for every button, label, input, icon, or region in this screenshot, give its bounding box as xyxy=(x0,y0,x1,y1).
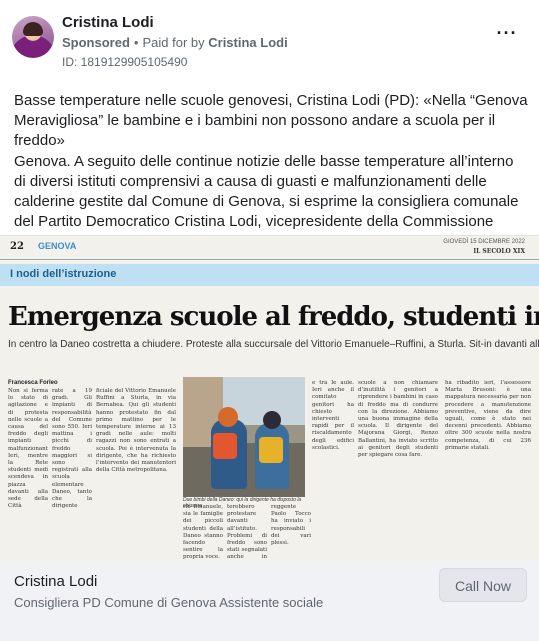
sponsored-line: Sponsored • Paid for by Cristina Lodi xyxy=(62,35,288,50)
footer-description: Consigliera PD Comune di Genova Assisten… xyxy=(14,595,324,610)
author-avatar[interactable] xyxy=(12,16,54,58)
section-name: GENOVA xyxy=(38,241,77,251)
article-headline: Emergenza scuole al freddo, studenti in … xyxy=(8,302,539,332)
sponsored-label: Sponsored xyxy=(62,35,130,50)
section-strip: I nodi dell’istruzione xyxy=(0,264,539,286)
page-number: 22 xyxy=(10,241,24,252)
article-column: terebbero protestare davanti all’istitut… xyxy=(227,504,267,561)
ad-library-id: ID: 1819129905105490 xyxy=(62,55,188,69)
article-column: ha ribadito ieri, l’assessore Marta Brus… xyxy=(445,380,531,451)
masthead: IL SECOLO XIX xyxy=(473,248,525,255)
strip-title: I nodi dell’istruzione xyxy=(10,268,117,280)
ellipsis-icon[interactable]: ··· xyxy=(496,24,518,48)
post-header: Cristina Lodi Sponsored • Paid for by Cris… xyxy=(0,0,539,80)
call-now-button[interactable]: Call Now xyxy=(439,568,527,602)
footer-title[interactable]: Cristina Lodi xyxy=(14,573,97,590)
article-photo xyxy=(183,377,305,497)
author-name[interactable]: Cristina Lodi xyxy=(62,14,154,31)
article-column: rate a 19 gradi. Gli impianti di respons… xyxy=(52,388,92,508)
article-column: rio Emanuele, sia le famiglie dei piccol… xyxy=(183,504,223,561)
newspaper-topbar: 22 GENOVA GIOVEDÌ 15 DICEMBRE 2022 IL SE… xyxy=(0,236,539,260)
sponsored-post-card: Cristina Lodi Sponsored • Paid for by Cris… xyxy=(0,0,539,641)
separator-dot: • xyxy=(133,35,139,50)
article-column: ficiale del Vittorio Emanuele Ruffini a … xyxy=(96,388,176,474)
article-column: scuole a non chiamare d’inutilità i geni… xyxy=(358,380,438,459)
article-column: reggente Paolo Tocco ha inviato i respon… xyxy=(271,504,311,547)
post-text-headline: Basse temperature nelle scuole genovesi,… xyxy=(14,92,528,149)
article-column: e tra le aule. Ieri anche il comitato ge… xyxy=(312,380,354,451)
article-byline: Francesca Forleo xyxy=(8,380,58,386)
paid-for-prefix: Paid for by xyxy=(142,35,205,50)
paid-for-name: Cristina Lodi xyxy=(208,35,288,50)
article-subhead: In centro la Daneo costretta a chiudere.… xyxy=(8,339,539,350)
issue-date: GIOVEDÌ 15 DICEMBRE 2022 xyxy=(443,239,525,245)
newspaper-clipping-image[interactable]: 22 GENOVA GIOVEDÌ 15 DICEMBRE 2022 IL SE… xyxy=(0,235,539,561)
article-column: Non si ferma lo stato di agitazione e di… xyxy=(8,388,48,508)
post-footer: Cristina Lodi Consigliera PD Comune di G… xyxy=(0,561,539,641)
